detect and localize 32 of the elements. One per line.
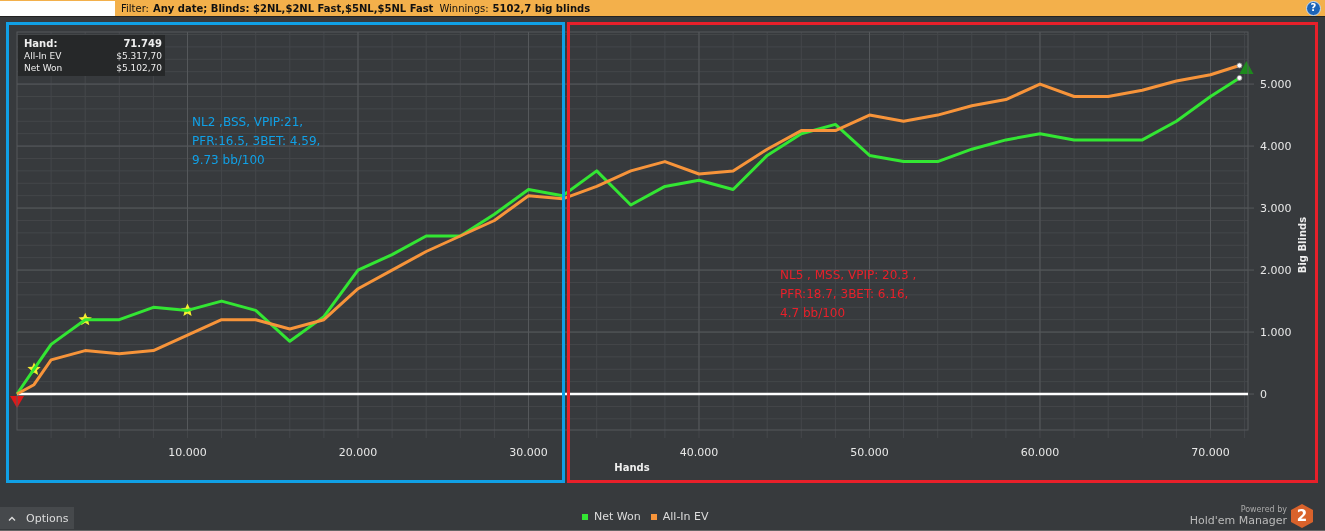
- x-tick-label: 60.000: [1020, 446, 1060, 460]
- brand-logo: 2: [1291, 504, 1313, 528]
- x-tick-label: 50.000: [850, 446, 889, 460]
- filter-label: Filter:: [121, 2, 149, 14]
- winnings-value: 5102,7 big blinds: [492, 2, 591, 14]
- y-tick-label: 2.000: [1260, 264, 1292, 278]
- x-tick-label: 30.000: [509, 446, 548, 460]
- x-axis-title: Hands: [614, 462, 650, 474]
- annotation-text: NL5 , MSS, VPIP: 20.3 , PFR:18.7, 3BET: 6.16, 4.7 bb/100: [780, 267, 917, 323]
- x-tick-label: 10.000: [168, 446, 207, 460]
- x-tick-label: 20.000: [338, 446, 378, 460]
- brand-name: Hold'em Manager: [1189, 514, 1287, 527]
- tooltip-value: $5.317,70: [115, 51, 162, 62]
- annotation-text: NL2 ,BSS, VPIP:21, PFR:16.5, 3BET: 4.59, 9.73 bb/100: [192, 114, 321, 170]
- powered-by-text: Powered by: [1240, 505, 1287, 514]
- x-tick-label: 40.000: [679, 446, 719, 460]
- y-tick-label: 1.000: [1260, 326, 1292, 340]
- filter-value: Any date; Blinds: $2NL,$2NL Fast,$5NL,$5NL Fast: [152, 2, 434, 14]
- legend-label: All-In EV: [662, 510, 709, 523]
- tooltip-label: Net Won: [24, 63, 64, 74]
- x-tick-label: 70.000: [1191, 446, 1230, 460]
- tooltip-value: 71.749: [122, 38, 162, 50]
- y-tick-label: 5.000: [1260, 78, 1292, 92]
- y-tick-label: 0: [1260, 388, 1267, 402]
- y-axis-title: Big Blinds: [1297, 217, 1308, 274]
- tooltip-label: All-In EV: [24, 51, 63, 62]
- legend-label: Net Won: [594, 510, 641, 523]
- winnings-label: Winnings:: [439, 2, 489, 14]
- y-tick-label: 3.000: [1260, 202, 1292, 216]
- tooltip-label: Hand:: [24, 38, 59, 50]
- tooltip-value: $5.102,70: [115, 63, 162, 74]
- y-tick-label: 4.000: [1260, 140, 1292, 154]
